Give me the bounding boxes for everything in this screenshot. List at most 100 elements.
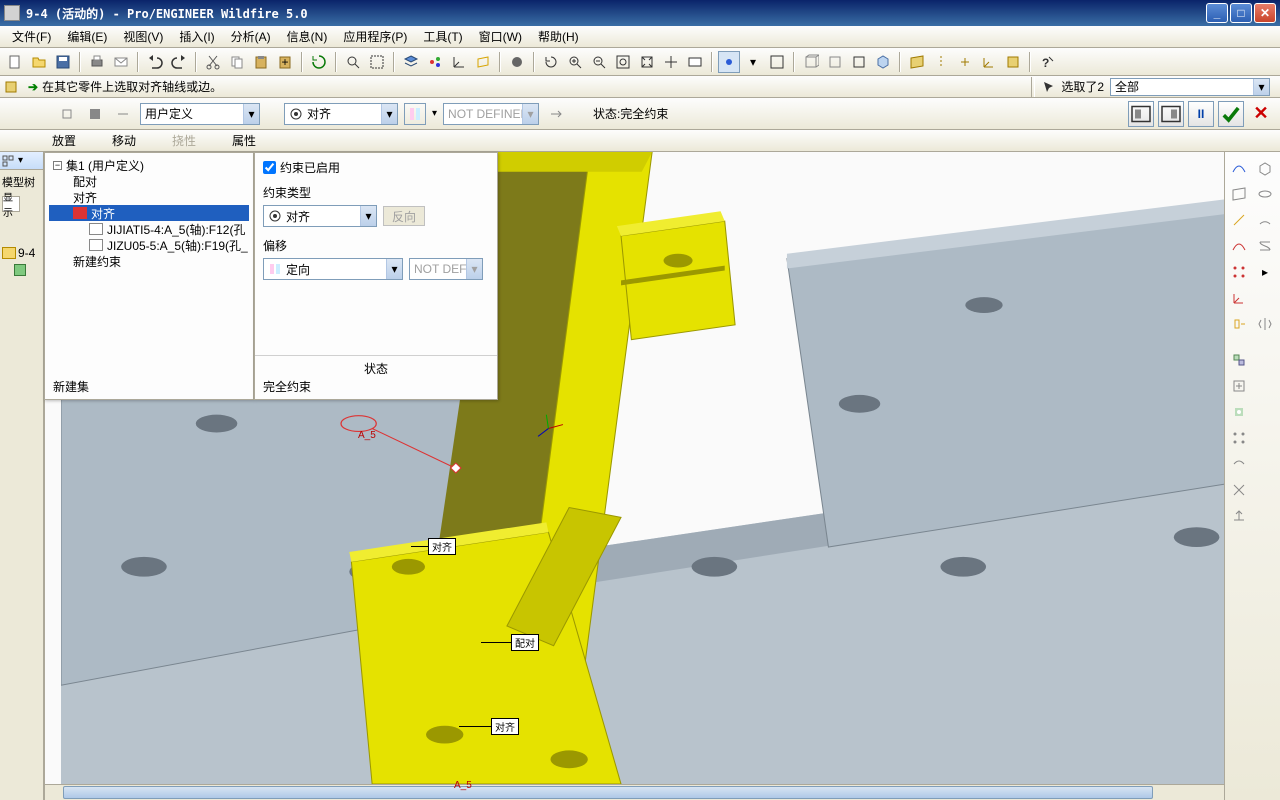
tree-root-node[interactable]: 9-4 [0,244,43,262]
new-icon[interactable] [4,51,26,73]
assemble-icon[interactable] [1227,348,1251,372]
feature-blend-icon[interactable] [1253,234,1277,258]
flex-icon[interactable] [1227,452,1251,476]
constraint-icon-3[interactable] [112,103,134,125]
spin-icon[interactable] [540,51,562,73]
menu-file[interactable]: 文件(F) [4,26,59,47]
publish-icon[interactable] [1227,504,1251,528]
close-button[interactable]: ✕ [1254,3,1276,23]
dropdown-arrow-icon[interactable]: ▾ [360,206,376,226]
set-combo[interactable]: 用户定义 ▾ [140,103,260,125]
menu-tools[interactable]: 工具(T) [415,26,470,47]
tree-new-constraint[interactable]: 新建约束 [49,253,249,269]
tree-align-2-selected[interactable]: 对齐 [49,205,249,221]
pause-button[interactable]: II [1188,101,1214,127]
new-set-link[interactable]: 新建集 [53,378,89,395]
type-combo[interactable]: 对齐 ▾ [284,103,398,125]
tree-align-1[interactable]: 对齐 [49,189,249,205]
menu-app[interactable]: 应用程序(P) [335,26,415,47]
display-icon[interactable] [424,51,446,73]
flip-icon[interactable] [545,103,567,125]
tree-child-node[interactable] [0,262,43,278]
menu-window[interactable]: 窗口(W) [471,26,530,47]
hidden-icon[interactable] [824,51,846,73]
dropdown-arrow-icon[interactable]: ▾ [466,259,482,279]
layers-icon[interactable] [400,51,422,73]
select-icon[interactable] [366,51,388,73]
paste-icon[interactable] [250,51,272,73]
cut-icon[interactable] [202,51,224,73]
pattern-icon[interactable] [1227,426,1251,450]
wireframe-icon[interactable] [800,51,822,73]
redo-icon[interactable] [168,51,190,73]
csys-icon[interactable] [448,51,470,73]
offset-value-combo[interactable]: NOT DEFINED ▾ [443,103,539,125]
dropdown-arrow-icon[interactable]: ▾ [1253,79,1269,95]
constraint-icon-2[interactable] [84,103,106,125]
cancel-button[interactable]: ✕ [1248,101,1274,127]
panel-offset-field[interactable]: NOT DEFIN ▾ [409,258,483,280]
minimize-button[interactable]: _ [1206,3,1228,23]
menu-insert[interactable]: 插入(I) [171,26,222,47]
datum-axis-icon[interactable] [930,51,952,73]
collapse-icon[interactable]: − [53,161,62,170]
datum-point-icon[interactable] [954,51,976,73]
preview-btn-2[interactable] [1158,101,1184,127]
zoom-out-icon[interactable] [588,51,610,73]
menu-info[interactable]: 信息(N) [279,26,336,47]
datum-plane-icon[interactable] [906,51,928,73]
menu-help[interactable]: 帮助(H) [530,26,587,47]
tab-props[interactable]: 属性 [224,130,264,151]
sketch-csys-icon[interactable] [1227,286,1251,310]
feature-sweep-icon[interactable] [1253,208,1277,232]
tree-ref-1[interactable]: JIJIATI5-4:A_5(轴):F12(孔 [49,221,249,237]
dropdown-arrow-icon[interactable]: ▾ [386,259,402,279]
dropdown-arrow-icon[interactable]: ▾ [243,104,259,124]
mirror-icon[interactable] [1253,312,1277,336]
find-icon[interactable] [342,51,364,73]
tree-display-btn[interactable]: 显示 [2,196,20,212]
constraint-icon-1[interactable] [56,103,78,125]
annotate-icon[interactable] [718,51,740,73]
refit-icon[interactable] [636,51,658,73]
tree-ref-2[interactable]: JIZU05-5:A_5(轴):F19(孔_ [49,237,249,253]
maximize-button[interactable]: □ [1230,3,1252,23]
regen-icon[interactable] [308,51,330,73]
render-icon[interactable] [766,51,788,73]
zoom-fit-icon[interactable] [612,51,634,73]
save-icon[interactable] [52,51,74,73]
zoom-in-icon[interactable] [564,51,586,73]
menu-edit[interactable]: 编辑(E) [59,26,115,47]
feature-extrude-icon[interactable] [1253,156,1277,180]
nohidden-icon[interactable] [848,51,870,73]
datum-toggle-icon[interactable] [1002,51,1024,73]
shade-icon[interactable] [506,51,528,73]
tree-set-root[interactable]: − 集1 (用户定义) [49,157,249,173]
tab-move[interactable]: 移动 [104,130,144,151]
annotate-dd-icon[interactable]: ▾ [742,51,764,73]
reorient-icon[interactable] [660,51,682,73]
style-icon[interactable] [1227,478,1251,502]
copy-icon[interactable] [226,51,248,73]
dropdown-arrow-icon[interactable]: ▾ [381,104,397,124]
hole-icon[interactable] [1227,400,1251,424]
sketch-axis-icon[interactable] [1227,208,1251,232]
menu-analysis[interactable]: 分析(A) [223,26,279,47]
menu-view[interactable]: 视图(V) [115,26,171,47]
scrollbar-horizontal[interactable] [45,784,1264,800]
print-icon[interactable] [86,51,108,73]
offset-type-btn[interactable] [404,103,426,125]
preview-btn-1[interactable] [1128,101,1154,127]
panel-type-combo[interactable]: 对齐 ▾ [263,205,377,227]
feature-revolve-icon[interactable] [1253,182,1277,206]
tab-placement[interactable]: 放置 [44,130,84,151]
point-dd-icon[interactable]: ▸ [1253,260,1277,284]
tree-mate[interactable]: 配对 [49,173,249,189]
sketch-line-icon[interactable] [1227,156,1251,180]
create-icon[interactable] [1227,374,1251,398]
sketch-point-icon[interactable] [1227,260,1251,284]
selection-filter-combo[interactable]: 全部 ▾ [1110,78,1270,96]
datum-csys-icon[interactable] [978,51,1000,73]
constraint-enabled-checkbox[interactable] [263,161,276,174]
shaded-icon[interactable] [872,51,894,73]
